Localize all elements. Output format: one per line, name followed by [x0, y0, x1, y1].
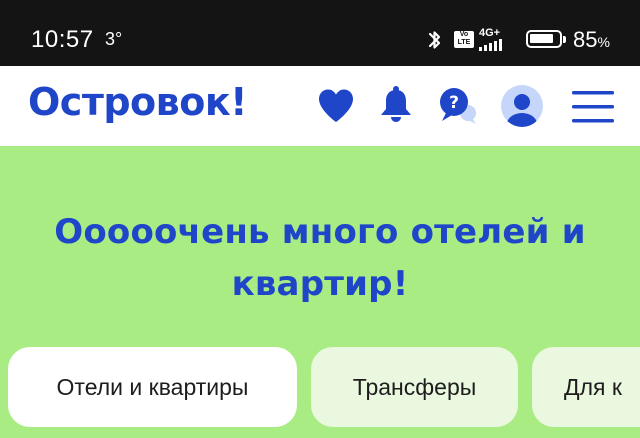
- app-header: Островок! ?: [0, 66, 640, 146]
- help-chat-icon[interactable]: ?: [438, 87, 478, 127]
- ostrovok-logo[interactable]: Островок!: [28, 80, 247, 124]
- status-temperature: 3°: [105, 29, 123, 49]
- network-type-label: 4G+: [479, 27, 501, 39]
- heart-icon[interactable]: [317, 88, 355, 124]
- battery-fill: [530, 34, 553, 43]
- hero-title-line2: квартир!: [231, 264, 409, 304]
- tab-for-business[interactable]: Для к: [532, 347, 640, 427]
- hero-title: Ооооочень много отелей и квартир!: [20, 206, 620, 310]
- avatar-icon[interactable]: [500, 84, 544, 128]
- battery-percent: 85%: [573, 27, 610, 52]
- status-time: 10:57: [31, 26, 94, 53]
- tab-transfers[interactable]: Трансферы: [311, 347, 518, 427]
- battery-tip: [563, 36, 566, 43]
- bluetooth-icon: [428, 31, 441, 49]
- tab-hotels-apartments[interactable]: Отели и квартиры: [8, 347, 297, 427]
- status-bar: 10:57 3° Vo LTE 4G+ 85%: [0, 0, 640, 66]
- battery-icon: [526, 30, 562, 48]
- svg-text:?: ?: [449, 93, 459, 113]
- bell-icon[interactable]: [379, 85, 413, 123]
- hero-title-line1: Ооооочень много отелей и: [54, 212, 586, 252]
- menu-icon[interactable]: [572, 91, 614, 123]
- signal-strength-icon: [479, 39, 502, 51]
- volte-icon: Vo LTE: [454, 31, 474, 48]
